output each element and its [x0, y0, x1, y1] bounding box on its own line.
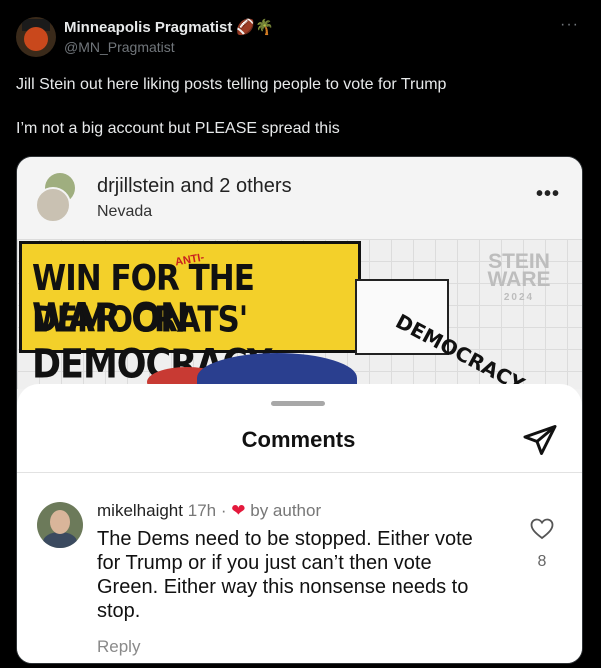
post-author: drjillstein and 2 others	[97, 175, 292, 198]
jillstein-avatar	[35, 187, 71, 223]
post-more-icon: •••	[535, 183, 560, 205]
by-author-label: by author	[250, 501, 322, 520]
comment-time: 17h	[187, 501, 217, 520]
avatar-face	[24, 27, 48, 51]
like-count: 8	[537, 553, 547, 570]
reply-button: Reply	[97, 637, 141, 656]
send-icon	[523, 425, 557, 455]
tweet-text: Jill Stein out here liking posts telling…	[16, 76, 447, 137]
like-heart-icon	[530, 518, 554, 540]
profile-avatar[interactable]	[16, 17, 56, 57]
post-author-joiner: and	[174, 175, 220, 197]
comment-like: 8	[530, 518, 554, 571]
post-location: Nevada	[97, 203, 153, 220]
post-graphic: WIN FOR THE DEMOCRATS' WAR ON DEMOCRACY …	[17, 239, 582, 403]
headline-banner: WIN FOR THE DEMOCRATS' WAR ON DEMOCRACY …	[19, 241, 361, 388]
display-name-text: Minneapolis Pragmatist	[64, 19, 233, 36]
meta-separator: ·	[220, 501, 227, 520]
sheet-divider	[17, 472, 582, 473]
instagram-post-header: drjillstein and 2 others Nevada •••	[17, 157, 582, 239]
display-name[interactable]: Minneapolis Pragmatist 🏈🌴	[64, 18, 274, 36]
sheet-drag-handle	[271, 401, 325, 406]
logo-line-2: WARE	[487, 268, 551, 291]
avatar-body	[43, 532, 77, 548]
steinware-logo: STEIN WARE 2024	[474, 251, 564, 307]
avatar-face	[50, 510, 70, 534]
post-others: 2 others	[219, 175, 292, 197]
user-handle[interactable]: @MN_Pragmatist	[64, 39, 175, 55]
tweet: Minneapolis Pragmatist 🏈🌴 @MN_Pragmatist …	[0, 0, 601, 668]
logo-year: 2024	[503, 292, 535, 303]
embedded-screenshot[interactable]: drjillstein and 2 others Nevada ••• WIN …	[16, 156, 583, 664]
comment-meta: mikelhaight 17h · ❤ by author	[97, 501, 321, 521]
heart-icon: ❤	[231, 501, 246, 520]
name-emojis: 🏈🌴	[236, 19, 274, 36]
more-options-icon[interactable]: ···	[560, 16, 579, 34]
post-author-name: drjillstein	[97, 175, 175, 197]
comments-sheet: Comments mikelhaight 17h · ❤ by author T…	[17, 384, 582, 663]
comments-title: Comments	[241, 427, 356, 452]
commenter-username: mikelhaight	[97, 501, 183, 520]
commenter-avatar	[37, 502, 83, 548]
comment-text: The Dems need to be stopped. Either vote…	[97, 528, 473, 622]
